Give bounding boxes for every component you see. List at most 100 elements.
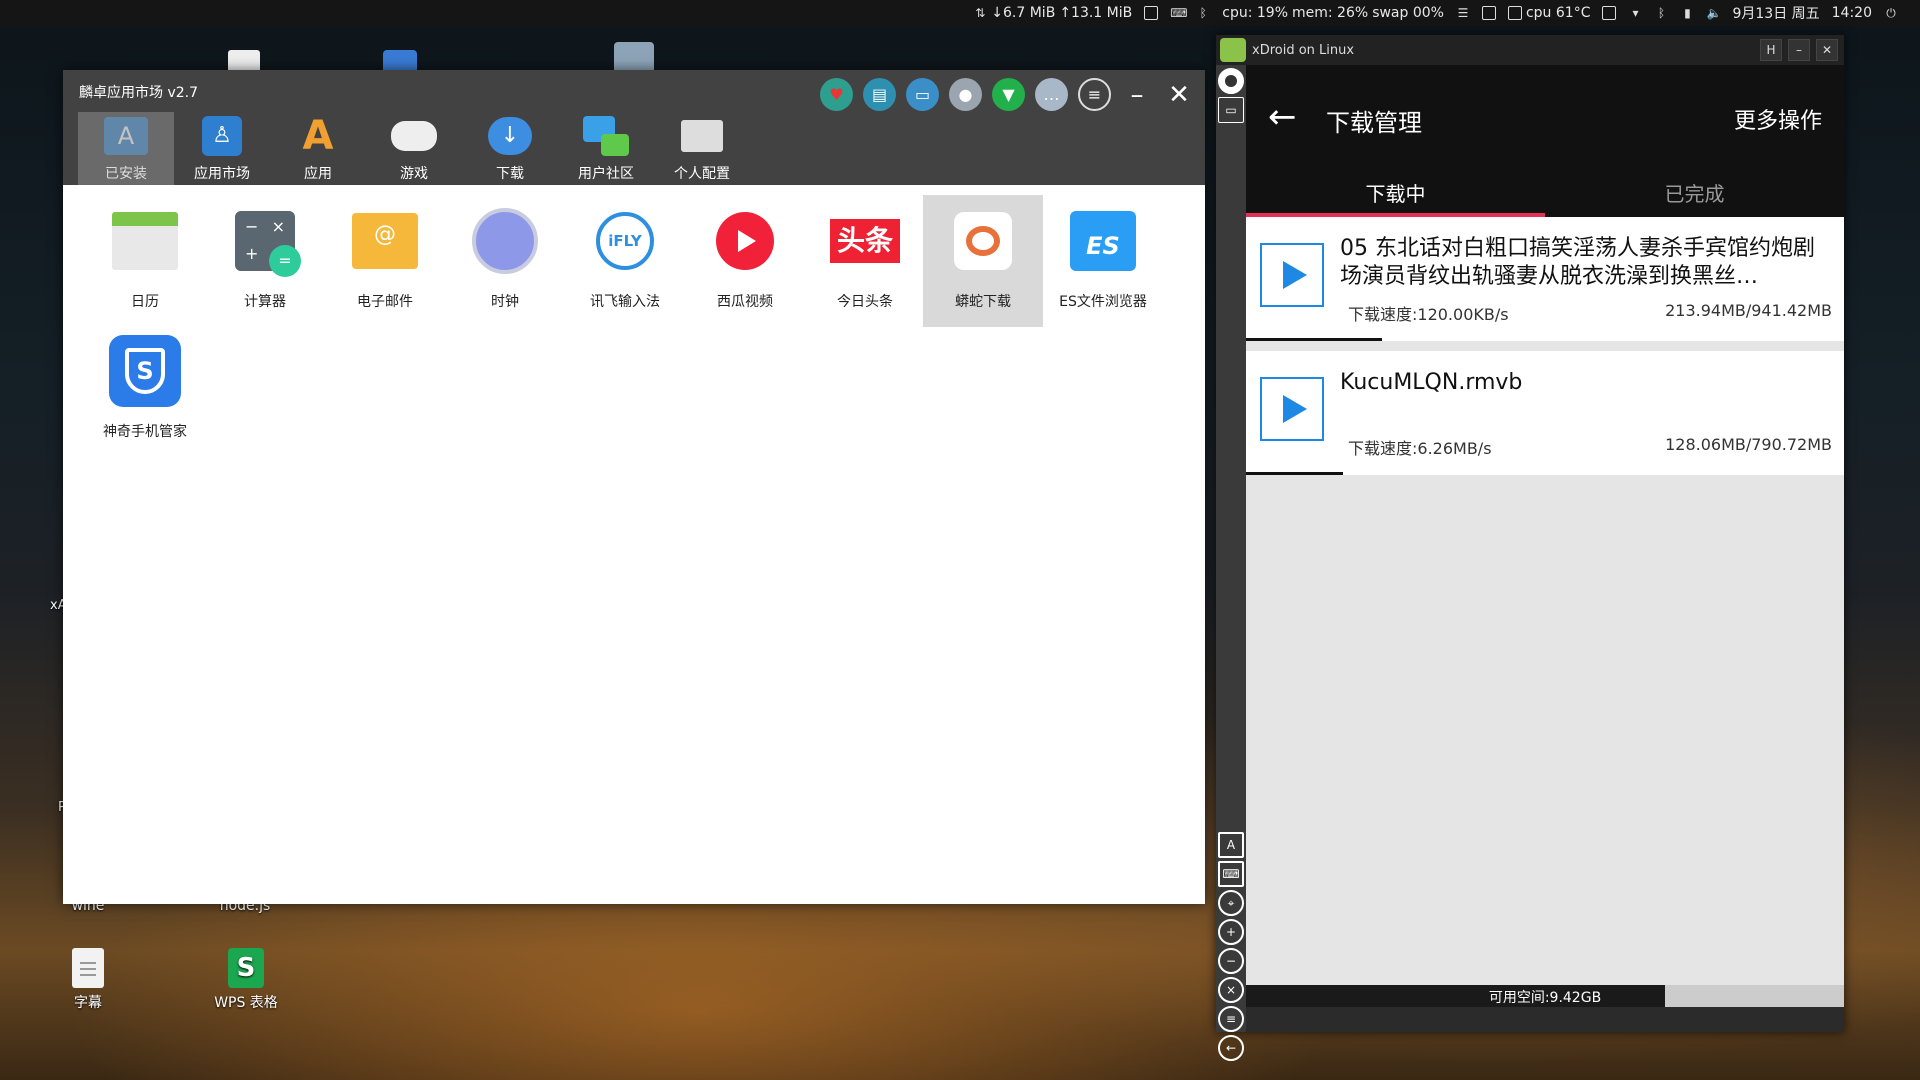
wifi-icon[interactable]: ▾ [1628, 6, 1642, 20]
play-button[interactable] [1260, 377, 1324, 441]
xigua-video-icon [709, 205, 781, 277]
cloud-download-icon: ↓ [485, 113, 535, 159]
h-button[interactable]: H [1760, 39, 1782, 61]
screen-button[interactable]: ▭ [906, 78, 939, 111]
screenshot-icon[interactable] [1602, 6, 1617, 20]
download-speed: 下载速度:120.00KB/s [1348, 305, 1509, 324]
record-icon[interactable] [1218, 68, 1244, 94]
app-es-file[interactable]: ES ES文件浏览器 [1043, 197, 1163, 327]
desktop-icon-subtitles[interactable]: 字幕 [58, 948, 118, 1012]
download-name: KucuMLQN.rmvb [1340, 370, 1523, 395]
desktop-icon-label: WPS 表格 [214, 995, 278, 1011]
app-calculator[interactable]: − × + = 计算器 [205, 197, 325, 327]
nav-label: 已安装 [105, 166, 147, 182]
storage-text: 可用空间:9.42GB [1488, 990, 1602, 1006]
app-python-download[interactable]: 蟒蛇下载 [923, 195, 1043, 327]
font-icon[interactable]: A [1218, 832, 1244, 858]
time-text[interactable]: 14:20 [1832, 5, 1872, 21]
nav-label: 下载 [496, 166, 524, 182]
wps-sheet-icon: S [228, 948, 264, 988]
nav-community[interactable]: 用户社区 [558, 112, 654, 185]
skin-button[interactable]: ▼ [992, 78, 1025, 111]
bluetooth-icon[interactable]: ᛒ [1196, 6, 1210, 20]
minimize-button[interactable]: – [1121, 80, 1153, 110]
nav-label: 游戏 [400, 166, 428, 182]
desktop-icon-label: 字幕 [74, 995, 102, 1011]
app-phone-guard[interactable]: S 神奇手机管家 [85, 327, 205, 457]
xdroid-close-button[interactable]: ✕ [1816, 39, 1838, 61]
network-indicator[interactable]: ⇅ ↓6.7 MiB ↑13.1 MiB [973, 5, 1132, 21]
nav-download[interactable]: ↓ 下载 [462, 112, 558, 185]
android-back-icon[interactable]: ← [1218, 1035, 1244, 1061]
app-label: 西瓜视频 [717, 294, 773, 310]
nav-apps[interactable]: A 应用 [270, 112, 366, 185]
net-down-text: ↓6.7 MiB [991, 5, 1056, 21]
date-text[interactable]: 9月13日 周五 [1732, 3, 1819, 23]
app-toutiao[interactable]: 头条 今日头条 [805, 197, 925, 327]
gamepad-icon [389, 113, 439, 159]
menu-button[interactable]: ≡ [1078, 78, 1111, 111]
desktop-icon-wps-sheet[interactable]: S WPS 表格 [204, 948, 288, 1012]
desktop-folder-icon[interactable] [614, 42, 654, 70]
more-actions-button[interactable]: 更多操作 [1734, 103, 1822, 135]
calculator-icon: − × + = [229, 205, 301, 277]
input-method-icon[interactable] [1144, 6, 1159, 20]
book-icon: ▤ [871, 85, 888, 104]
app-label: 日历 [131, 294, 159, 310]
download-item[interactable]: 05 东北话对白粗口搞笑淫荡人妻杀手宾馆约炮剧场演员背纹出轨骚妻从脱衣洗澡到换黑… [1246, 217, 1844, 341]
network-arrows-icon: ⇅ [975, 6, 986, 20]
tab-downloading[interactable]: 下载中 [1246, 167, 1545, 217]
nav-app-market[interactable]: ♙ 应用市场 [174, 112, 270, 185]
back-arrow-icon[interactable]: ← [1268, 97, 1297, 137]
app-xigua[interactable]: 西瓜视频 [685, 197, 805, 327]
document-button[interactable]: ▤ [863, 78, 896, 111]
ifly-icon: iFLY [589, 205, 661, 277]
keyboard-icon[interactable]: ⌨ [1170, 6, 1187, 20]
installed-apps-grid: 日历 − × + = 计算器 @ 电子邮件 时钟 iFLY 讯飞输入法 西瓜视频 头条… [63, 185, 1205, 904]
monitor-icon: ▭ [914, 85, 931, 104]
menu-icon[interactable]: ☰ [1456, 6, 1470, 20]
volume-up-icon[interactable]: + [1218, 919, 1244, 945]
desktop-file-icon[interactable] [228, 50, 260, 70]
volume-down-icon[interactable]: − [1218, 948, 1244, 974]
app-calendar[interactable]: 日历 [85, 197, 205, 327]
location-icon[interactable]: ⌖ [1218, 890, 1244, 916]
header-title: 下载管理 [1326, 109, 1422, 137]
xdroid-minimize-button[interactable]: – [1788, 39, 1810, 61]
nav-installed[interactable]: A 已安装 [78, 112, 174, 185]
desktop-chart-icon[interactable] [383, 50, 417, 70]
download-item[interactable]: KucuMLQN.rmvb 下载速度:6.26MB/s 128.06MB/790… [1246, 351, 1844, 475]
chip-icon [1507, 6, 1522, 20]
app-market-title: 麟卓应用市场 v2.7 [79, 85, 198, 101]
system-monitor[interactable]: cpu: 19% mem: 26% swap 00% [1222, 5, 1444, 21]
notes-icon[interactable] [1481, 6, 1496, 20]
nav-profile[interactable]: 个人配置 [654, 112, 750, 185]
xdroid-window: xDroid on Linux H – ✕ ▭ A ⌨ ⌖ + − × ≡ ← … [1216, 35, 1844, 1061]
app-store-icon: A [101, 113, 151, 159]
app-clock[interactable]: 时钟 [445, 197, 565, 327]
app-ifly[interactable]: iFLY 讯飞输入法 [565, 197, 685, 327]
volume-icon[interactable]: 🔈 [1706, 6, 1721, 20]
android-menu-icon[interactable]: ≡ [1218, 1006, 1244, 1032]
download-tabs: 下载中 已完成 [1246, 167, 1844, 217]
power-icon[interactable]: ⏻ [1884, 6, 1898, 20]
feedback-button[interactable]: … [1035, 78, 1068, 111]
favorite-button[interactable]: ♥ [820, 78, 853, 111]
ime-icon[interactable]: ⌨ [1218, 861, 1244, 887]
nav-games[interactable]: 游戏 [366, 112, 462, 185]
xdroid-titlebar: xDroid on Linux H – ✕ [1216, 35, 1844, 65]
swap-usage: swap 00% [1372, 5, 1444, 21]
play-icon [1283, 261, 1307, 289]
bluetooth-2-icon[interactable]: ᛒ [1654, 6, 1668, 20]
mute-icon[interactable]: × [1218, 977, 1244, 1003]
email-icon: @ [349, 205, 421, 277]
apps-icon: A [302, 113, 334, 159]
account-button[interactable]: ● [949, 78, 982, 111]
screen-icon[interactable]: ▭ [1218, 97, 1244, 123]
app-email[interactable]: @ 电子邮件 [325, 197, 445, 327]
tab-completed[interactable]: 已完成 [1545, 167, 1844, 217]
play-button[interactable] [1260, 243, 1324, 307]
battery-icon[interactable]: ▮ [1680, 6, 1694, 20]
cpu-temp-indicator[interactable]: cpu 61°C [1507, 5, 1590, 21]
close-button[interactable]: ✕ [1163, 80, 1195, 110]
